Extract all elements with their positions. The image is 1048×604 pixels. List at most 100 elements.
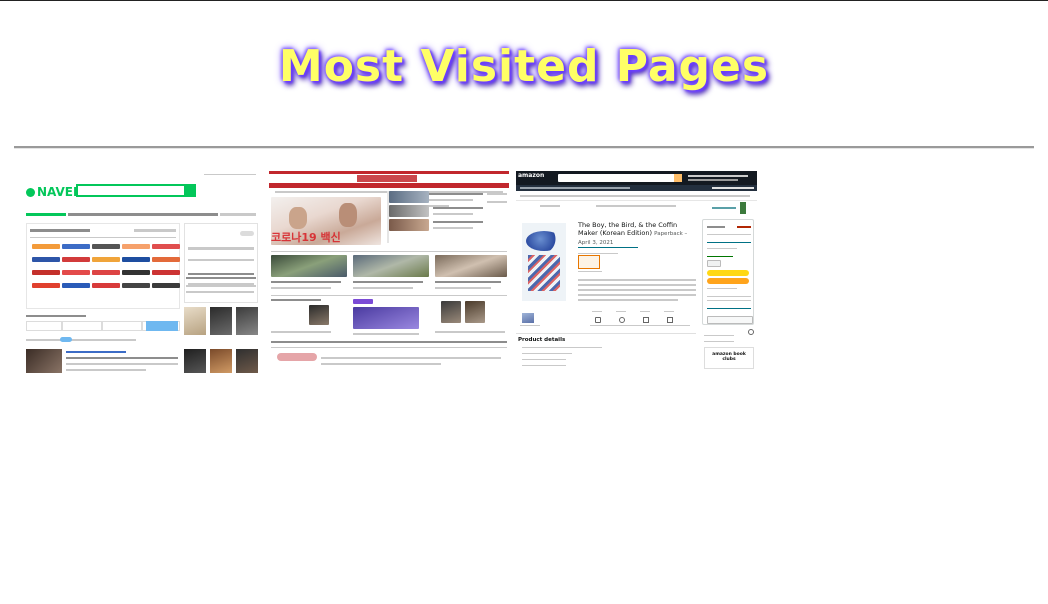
amazon-ad-image — [740, 202, 746, 214]
naver-menu-row-3 — [220, 213, 256, 216]
shortcut-logo — [92, 244, 120, 249]
buy-box-secure — [707, 288, 737, 289]
book-club-ad-text: amazon book clubs — [712, 352, 746, 362]
news-footer-text — [321, 357, 501, 359]
title-area: Most Visited Pages — [0, 41, 1048, 92]
amazon-nav-promo — [712, 187, 754, 189]
news-row-rule — [271, 295, 507, 296]
naver-login-pill — [240, 231, 254, 236]
book-cover-art — [526, 231, 562, 251]
naver-product-image — [184, 307, 206, 335]
thumbnail-amazon[interactable]: amazon The Boy, the Bird, & the Coffin M… — [516, 171, 757, 373]
format-option-selected — [578, 255, 600, 269]
shortcut-logo — [62, 244, 90, 249]
amazon-nav-links — [520, 187, 630, 189]
divider — [14, 146, 1034, 149]
news-side-text-2 — [433, 199, 473, 201]
product-detail-line — [522, 347, 602, 348]
naver-login-text — [188, 247, 254, 250]
book-description-4 — [578, 294, 696, 296]
amazon-subnav-rule — [516, 200, 757, 201]
buy-box-text — [707, 234, 751, 235]
thumbnail-news[interactable]: 코로나19 백신 — [269, 171, 509, 373]
book-description-3 — [578, 289, 696, 291]
news-portrait — [465, 301, 485, 323]
naver-box-header — [30, 229, 90, 232]
news-row-rule — [271, 347, 507, 348]
naver-news-source — [66, 351, 126, 353]
news-logo — [357, 175, 417, 182]
naver-tab — [102, 321, 142, 331]
news-photo — [271, 255, 347, 277]
detail-label — [664, 311, 674, 312]
news-text — [271, 341, 507, 343]
news-section-title — [271, 299, 321, 301]
news-portrait — [441, 301, 461, 323]
buy-box-ships — [707, 296, 751, 297]
naver-news-text — [66, 357, 178, 359]
naver-list-3 — [186, 291, 246, 293]
page-title: Most Visited Pages — [278, 41, 770, 92]
shortcut-logo — [62, 283, 90, 288]
amazon-ad-text — [540, 205, 560, 207]
quantity-select — [707, 260, 721, 267]
naver-login-text-2 — [188, 259, 254, 261]
news-photo — [435, 255, 507, 277]
news-banner-headline: 코로나19 백신 — [271, 231, 341, 244]
amazon-subnav — [520, 195, 750, 197]
news-caption — [271, 281, 341, 283]
news-tag — [353, 299, 373, 304]
buy-box-sold — [707, 300, 751, 301]
naver-box-header-2 — [134, 229, 176, 232]
buy-box — [702, 219, 754, 325]
news-side-text-5 — [433, 221, 483, 223]
news-photo — [389, 205, 429, 217]
product-detail-line — [522, 365, 566, 366]
thumbnail-naver[interactable]: NAVER — [24, 171, 258, 373]
news-side-text-8 — [487, 201, 507, 203]
add-to-cart-button — [707, 270, 749, 276]
naver-news-text-3 — [66, 369, 146, 371]
shortcut-logo — [62, 257, 90, 262]
shortcut-logo — [152, 270, 180, 275]
shortcut-logo — [62, 270, 90, 275]
news-side-text-4 — [433, 213, 473, 215]
news-row-rule — [271, 251, 507, 252]
naver-list — [186, 277, 256, 279]
news-caption — [435, 281, 501, 283]
shortcut-logo — [32, 257, 60, 262]
shortcut-logo — [32, 270, 60, 275]
sell-link-2 — [704, 341, 734, 342]
sell-link — [704, 335, 734, 336]
book-thumb — [522, 313, 534, 323]
news-caption — [353, 287, 413, 289]
shortcut-logo — [152, 244, 180, 249]
naver-product-image — [184, 349, 206, 373]
shortcut-logo — [152, 283, 180, 288]
thumbnail-strip: NAVER 코로나19 백신 amazon The Boy, the Bird,… — [24, 171, 1024, 373]
news-nav-bar — [269, 183, 509, 188]
amazon-search-box — [558, 174, 678, 182]
product-details-heading: Product details — [518, 337, 566, 343]
naver-box-rule — [30, 237, 176, 238]
amazon-ad-banner — [596, 205, 676, 207]
naver-sub-tabs — [26, 339, 136, 341]
news-top-bar — [269, 171, 509, 174]
dimensions-icon — [643, 317, 649, 323]
buy-box-stock — [707, 256, 733, 257]
naver-list-2 — [186, 285, 256, 287]
naver-shortcut-box — [26, 223, 180, 309]
naver-menu-row-2 — [68, 213, 218, 216]
naver-tab — [62, 321, 102, 331]
naver-section-title — [26, 315, 86, 317]
news-text — [435, 331, 505, 333]
details-rule — [516, 333, 696, 334]
amazon-account-links — [688, 175, 748, 177]
format-label — [578, 253, 618, 254]
buy-box-return — [707, 308, 751, 309]
shortcut-logo — [122, 283, 150, 288]
news-footer-logo — [277, 353, 317, 361]
book-description — [578, 279, 696, 281]
detail-label — [592, 311, 602, 312]
amazon-logo: amazon — [518, 172, 545, 179]
